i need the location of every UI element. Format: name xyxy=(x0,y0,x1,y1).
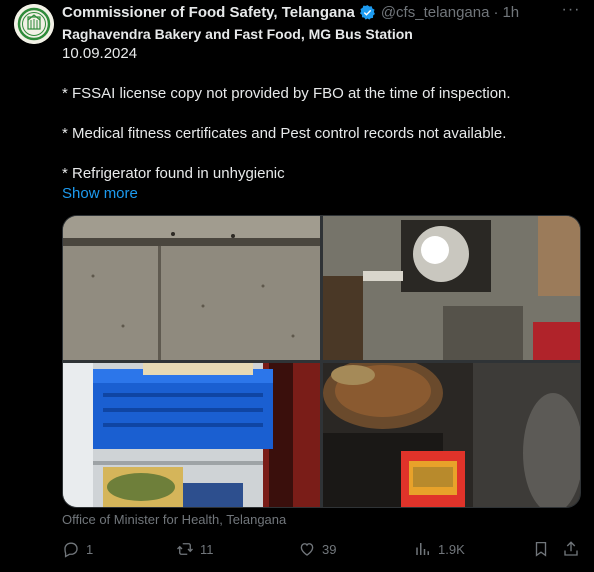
heart-icon xyxy=(298,540,316,558)
views-icon xyxy=(414,540,432,558)
more-icon[interactable]: ··· xyxy=(560,2,582,22)
action-bar: 1 11 39 1.9K xyxy=(62,538,582,560)
tweet[interactable]: Commissioner of Food Safety, Telangana @… xyxy=(0,0,594,572)
views-count: 1.9K xyxy=(438,541,465,557)
tweet-text-line: Raghavendra Bakery and Fast Food, MG Bus… xyxy=(62,26,413,42)
photo-wall-ceiling[interactable] xyxy=(63,216,320,360)
repost-count: 11 xyxy=(200,541,214,557)
repost-icon xyxy=(176,540,194,558)
verified-badge-icon xyxy=(359,4,376,21)
tweet-text-line: * Refrigerator found in unhygienic xyxy=(62,165,285,182)
views-button[interactable]: 1.9K xyxy=(414,538,465,560)
tweet-text-line: 10.09.2024 xyxy=(62,45,138,62)
photo-refrigerator-crate[interactable] xyxy=(63,363,320,507)
avatar[interactable] xyxy=(14,4,54,44)
show-more-link[interactable]: Show more xyxy=(62,184,582,204)
tweet-text-line: * FSSAI license copy not provided by FBO… xyxy=(62,85,511,102)
tweet-text-line: * Medical fitness certificates and Pest … xyxy=(62,125,507,142)
share-button[interactable] xyxy=(562,538,580,560)
telangana-emblem-icon xyxy=(14,4,54,44)
media-grid xyxy=(62,215,581,508)
media-caption[interactable]: Office of Minister for Health, Telangana xyxy=(62,512,286,527)
repost-button[interactable]: 11 xyxy=(176,538,214,560)
timestamp[interactable]: 1h xyxy=(502,4,519,21)
author-name[interactable]: Commissioner of Food Safety, Telangana xyxy=(62,4,355,21)
share-icon xyxy=(562,540,580,558)
photo-cooking-pans[interactable] xyxy=(323,363,580,507)
reply-count: 1 xyxy=(86,541,94,557)
bookmark-icon xyxy=(532,540,550,558)
separator-dot: · xyxy=(493,3,499,21)
reply-icon xyxy=(62,540,80,558)
like-count: 39 xyxy=(322,541,337,557)
author-handle[interactable]: @cfs_telangana xyxy=(381,4,490,21)
reply-button[interactable]: 1 xyxy=(62,538,93,560)
bookmark-button[interactable] xyxy=(532,538,550,560)
photo-exhaust-fan[interactable] xyxy=(323,216,580,360)
tweet-header: Commissioner of Food Safety, Telangana @… xyxy=(62,2,519,22)
tweet-text: Raghavendra Bakery and Fast Food, MG Bus… xyxy=(62,24,582,204)
like-button[interactable]: 39 xyxy=(298,538,336,560)
